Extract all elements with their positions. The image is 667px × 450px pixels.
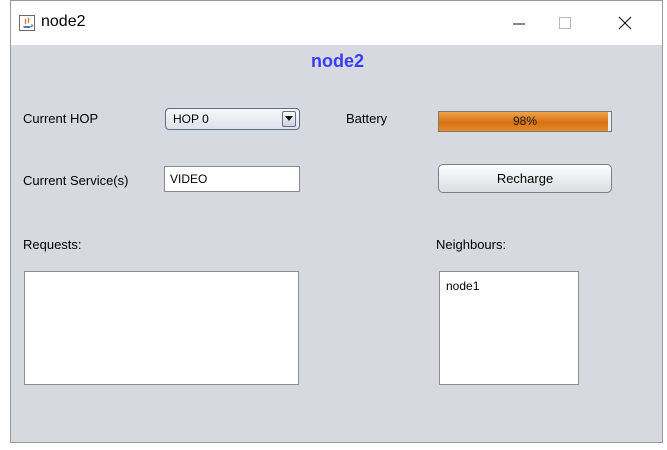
minimize-button[interactable]	[499, 7, 539, 39]
window-title: node2	[41, 13, 86, 30]
current-service-field[interactable]	[164, 166, 300, 192]
requests-list[interactable]	[24, 271, 299, 385]
neighbours-list[interactable]: node1	[439, 271, 579, 385]
battery-progress-bar: 98%	[438, 111, 612, 132]
requests-label: Requests:	[23, 237, 82, 252]
current-hop-label: Current HOP	[23, 111, 99, 126]
hop-select[interactable]: HOP 0	[165, 108, 300, 130]
chevron-down-icon	[285, 116, 293, 121]
java-icon	[19, 15, 35, 31]
neighbours-label: Neighbours:	[436, 237, 507, 252]
close-button[interactable]	[605, 7, 645, 39]
node-heading: node2	[310, 51, 364, 71]
app-window: node2 node2 Current HOP HOP 0 Battery 98…	[10, 0, 663, 443]
battery-percentage: 98%	[512, 114, 538, 128]
dropdown-arrow-button[interactable]	[282, 111, 296, 127]
hop-select-value: HOP 0	[173, 112, 209, 126]
maximize-button[interactable]	[545, 7, 585, 39]
minimize-icon	[513, 23, 525, 25]
current-service-label: Current Service(s)	[23, 173, 129, 188]
list-item[interactable]: node1	[446, 279, 578, 293]
title-bar: node2	[11, 1, 662, 45]
battery-label: Battery	[346, 111, 388, 126]
close-icon	[618, 16, 632, 30]
recharge-button[interactable]: Recharge	[438, 164, 612, 193]
maximize-icon	[559, 17, 571, 29]
